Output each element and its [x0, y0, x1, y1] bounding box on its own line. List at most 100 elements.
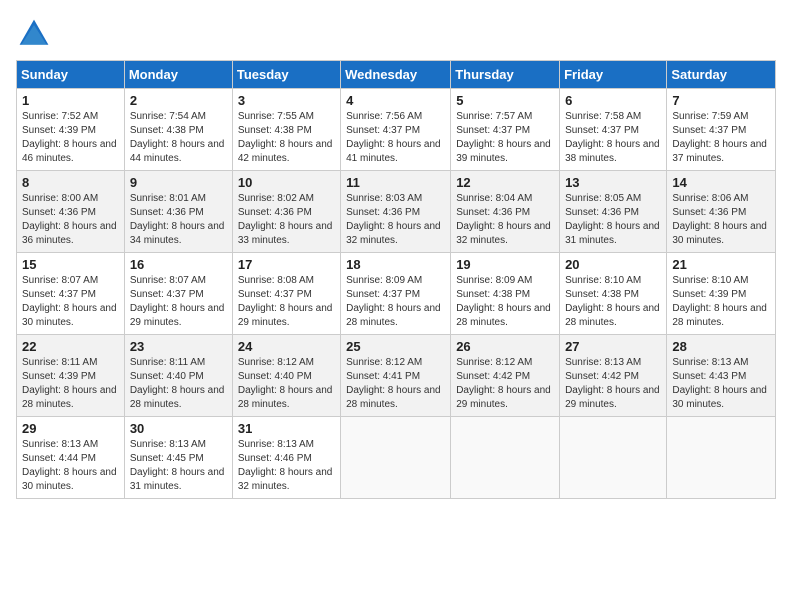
calendar-cell: 1 Sunrise: 7:52 AMSunset: 4:39 PMDayligh… — [17, 89, 125, 171]
cell-text: Sunrise: 8:10 AMSunset: 4:39 PMDaylight:… — [672, 275, 767, 328]
cell-text: Sunrise: 7:52 AMSunset: 4:39 PMDaylight:… — [22, 111, 117, 164]
calendar-cell: 24 Sunrise: 8:12 AMSunset: 4:40 PMDaylig… — [232, 335, 340, 417]
cell-text: Sunrise: 8:09 AMSunset: 4:38 PMDaylight:… — [456, 275, 551, 328]
cell-text: Sunrise: 7:59 AMSunset: 4:37 PMDaylight:… — [672, 111, 767, 164]
day-number: 26 — [456, 339, 554, 354]
calendar-cell — [560, 417, 667, 499]
calendar-cell — [667, 417, 776, 499]
calendar-week-row: 8 Sunrise: 8:00 AMSunset: 4:36 PMDayligh… — [17, 171, 776, 253]
day-number: 5 — [456, 93, 554, 108]
day-number: 6 — [565, 93, 661, 108]
cell-text: Sunrise: 8:13 AMSunset: 4:43 PMDaylight:… — [672, 357, 767, 410]
cell-text: Sunrise: 7:55 AMSunset: 4:38 PMDaylight:… — [238, 111, 333, 164]
calendar-cell: 21 Sunrise: 8:10 AMSunset: 4:39 PMDaylig… — [667, 253, 776, 335]
calendar-week-row: 22 Sunrise: 8:11 AMSunset: 4:39 PMDaylig… — [17, 335, 776, 417]
cell-text: Sunrise: 7:58 AMSunset: 4:37 PMDaylight:… — [565, 111, 660, 164]
calendar-cell: 15 Sunrise: 8:07 AMSunset: 4:37 PMDaylig… — [17, 253, 125, 335]
day-header-thursday: Thursday — [451, 61, 560, 89]
logo — [16, 16, 56, 52]
calendar-cell: 14 Sunrise: 8:06 AMSunset: 4:36 PMDaylig… — [667, 171, 776, 253]
day-number: 2 — [130, 93, 227, 108]
calendar-cell: 3 Sunrise: 7:55 AMSunset: 4:38 PMDayligh… — [232, 89, 340, 171]
day-header-monday: Monday — [124, 61, 232, 89]
day-number: 9 — [130, 175, 227, 190]
cell-text: Sunrise: 8:00 AMSunset: 4:36 PMDaylight:… — [22, 193, 117, 246]
day-header-wednesday: Wednesday — [341, 61, 451, 89]
cell-text: Sunrise: 8:11 AMSunset: 4:39 PMDaylight:… — [22, 357, 117, 410]
day-number: 30 — [130, 421, 227, 436]
day-number: 14 — [672, 175, 770, 190]
calendar-cell: 23 Sunrise: 8:11 AMSunset: 4:40 PMDaylig… — [124, 335, 232, 417]
day-number: 13 — [565, 175, 661, 190]
day-number: 21 — [672, 257, 770, 272]
calendar-cell: 22 Sunrise: 8:11 AMSunset: 4:39 PMDaylig… — [17, 335, 125, 417]
day-number: 10 — [238, 175, 335, 190]
cell-text: Sunrise: 8:12 AMSunset: 4:40 PMDaylight:… — [238, 357, 333, 410]
cell-text: Sunrise: 8:13 AMSunset: 4:42 PMDaylight:… — [565, 357, 660, 410]
cell-text: Sunrise: 8:05 AMSunset: 4:36 PMDaylight:… — [565, 193, 660, 246]
cell-text: Sunrise: 8:07 AMSunset: 4:37 PMDaylight:… — [22, 275, 117, 328]
calendar-cell: 9 Sunrise: 8:01 AMSunset: 4:36 PMDayligh… — [124, 171, 232, 253]
calendar-cell: 27 Sunrise: 8:13 AMSunset: 4:42 PMDaylig… — [560, 335, 667, 417]
calendar-cell: 16 Sunrise: 8:07 AMSunset: 4:37 PMDaylig… — [124, 253, 232, 335]
day-number: 15 — [22, 257, 119, 272]
day-number: 18 — [346, 257, 445, 272]
calendar-cell: 18 Sunrise: 8:09 AMSunset: 4:37 PMDaylig… — [341, 253, 451, 335]
day-number: 16 — [130, 257, 227, 272]
calendar-cell: 6 Sunrise: 7:58 AMSunset: 4:37 PMDayligh… — [560, 89, 667, 171]
calendar-cell: 12 Sunrise: 8:04 AMSunset: 4:36 PMDaylig… — [451, 171, 560, 253]
day-number: 25 — [346, 339, 445, 354]
cell-text: Sunrise: 8:13 AMSunset: 4:46 PMDaylight:… — [238, 439, 333, 492]
calendar-cell: 19 Sunrise: 8:09 AMSunset: 4:38 PMDaylig… — [451, 253, 560, 335]
day-header-tuesday: Tuesday — [232, 61, 340, 89]
day-number: 3 — [238, 93, 335, 108]
calendar-cell: 5 Sunrise: 7:57 AMSunset: 4:37 PMDayligh… — [451, 89, 560, 171]
calendar-cell — [341, 417, 451, 499]
day-header-sunday: Sunday — [17, 61, 125, 89]
cell-text: Sunrise: 8:04 AMSunset: 4:36 PMDaylight:… — [456, 193, 551, 246]
day-number: 29 — [22, 421, 119, 436]
day-header-saturday: Saturday — [667, 61, 776, 89]
calendar-cell: 13 Sunrise: 8:05 AMSunset: 4:36 PMDaylig… — [560, 171, 667, 253]
day-number: 12 — [456, 175, 554, 190]
calendar-header-row: SundayMondayTuesdayWednesdayThursdayFrid… — [17, 61, 776, 89]
calendar-cell: 25 Sunrise: 8:12 AMSunset: 4:41 PMDaylig… — [341, 335, 451, 417]
cell-text: Sunrise: 8:06 AMSunset: 4:36 PMDaylight:… — [672, 193, 767, 246]
cell-text: Sunrise: 7:54 AMSunset: 4:38 PMDaylight:… — [130, 111, 225, 164]
calendar-cell: 17 Sunrise: 8:08 AMSunset: 4:37 PMDaylig… — [232, 253, 340, 335]
cell-text: Sunrise: 8:11 AMSunset: 4:40 PMDaylight:… — [130, 357, 225, 410]
day-number: 7 — [672, 93, 770, 108]
day-number: 28 — [672, 339, 770, 354]
calendar-week-row: 1 Sunrise: 7:52 AMSunset: 4:39 PMDayligh… — [17, 89, 776, 171]
cell-text: Sunrise: 7:57 AMSunset: 4:37 PMDaylight:… — [456, 111, 551, 164]
calendar-cell: 8 Sunrise: 8:00 AMSunset: 4:36 PMDayligh… — [17, 171, 125, 253]
calendar-table: SundayMondayTuesdayWednesdayThursdayFrid… — [16, 60, 776, 499]
calendar-cell: 29 Sunrise: 8:13 AMSunset: 4:44 PMDaylig… — [17, 417, 125, 499]
day-number: 17 — [238, 257, 335, 272]
calendar-cell: 10 Sunrise: 8:02 AMSunset: 4:36 PMDaylig… — [232, 171, 340, 253]
day-number: 4 — [346, 93, 445, 108]
calendar-cell — [451, 417, 560, 499]
day-number: 8 — [22, 175, 119, 190]
calendar-cell: 30 Sunrise: 8:13 AMSunset: 4:45 PMDaylig… — [124, 417, 232, 499]
calendar-week-row: 29 Sunrise: 8:13 AMSunset: 4:44 PMDaylig… — [17, 417, 776, 499]
calendar-cell: 28 Sunrise: 8:13 AMSunset: 4:43 PMDaylig… — [667, 335, 776, 417]
cell-text: Sunrise: 8:13 AMSunset: 4:44 PMDaylight:… — [22, 439, 117, 492]
calendar-cell: 7 Sunrise: 7:59 AMSunset: 4:37 PMDayligh… — [667, 89, 776, 171]
calendar-week-row: 15 Sunrise: 8:07 AMSunset: 4:37 PMDaylig… — [17, 253, 776, 335]
day-number: 1 — [22, 93, 119, 108]
cell-text: Sunrise: 8:12 AMSunset: 4:42 PMDaylight:… — [456, 357, 551, 410]
day-number: 20 — [565, 257, 661, 272]
cell-text: Sunrise: 8:08 AMSunset: 4:37 PMDaylight:… — [238, 275, 333, 328]
cell-text: Sunrise: 8:03 AMSunset: 4:36 PMDaylight:… — [346, 193, 441, 246]
cell-text: Sunrise: 8:13 AMSunset: 4:45 PMDaylight:… — [130, 439, 225, 492]
calendar-cell: 11 Sunrise: 8:03 AMSunset: 4:36 PMDaylig… — [341, 171, 451, 253]
cell-text: Sunrise: 8:02 AMSunset: 4:36 PMDaylight:… — [238, 193, 333, 246]
cell-text: Sunrise: 8:09 AMSunset: 4:37 PMDaylight:… — [346, 275, 441, 328]
calendar-cell: 2 Sunrise: 7:54 AMSunset: 4:38 PMDayligh… — [124, 89, 232, 171]
day-number: 31 — [238, 421, 335, 436]
cell-text: Sunrise: 8:01 AMSunset: 4:36 PMDaylight:… — [130, 193, 225, 246]
day-header-friday: Friday — [560, 61, 667, 89]
day-number: 23 — [130, 339, 227, 354]
day-number: 24 — [238, 339, 335, 354]
